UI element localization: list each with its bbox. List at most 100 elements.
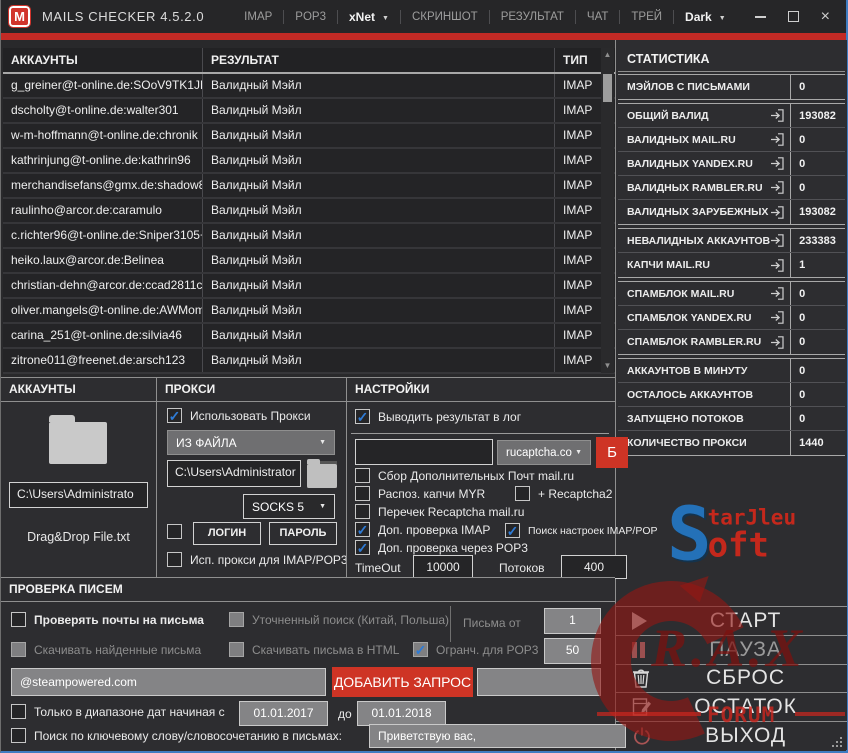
scroll-down-icon[interactable]: ▼	[604, 359, 612, 373]
letters-from-input[interactable]: 1	[544, 608, 601, 634]
collect-extra-mail-checkbox[interactable]: Сбор Дополнительных Почт mail.ru	[355, 468, 574, 483]
export-icon[interactable]	[770, 335, 785, 350]
column-header-result[interactable]: РЕЗУЛЬТАТ	[203, 48, 555, 72]
date-to-input[interactable]: 01.01.2018	[357, 701, 446, 726]
table-row[interactable]: dscholty@t-online.de:walter301Валидный М…	[3, 99, 615, 124]
accounts-panel: АККАУНТЫ C:\Users\Administrato Drag&Drop…	[1, 378, 156, 577]
brand-logo: S tarJleu oft	[667, 504, 796, 567]
extra-query-input[interactable]	[477, 668, 601, 696]
chevron-down-icon: ▼	[719, 15, 726, 22]
browse-proxy-button[interactable]	[307, 461, 337, 488]
folder-icon	[49, 422, 107, 464]
refined-search-checkbox[interactable]: Уточненный поиск (Китай, Польша)	[229, 612, 449, 627]
menu-item-трей[interactable]: ТРЕЙ	[620, 11, 673, 23]
menu-item-результат[interactable]: РЕЗУЛЬТАТ	[490, 11, 575, 23]
myr-captcha-checkbox[interactable]: Распоз. капчи MYR	[355, 486, 485, 501]
export-icon[interactable]	[770, 258, 785, 273]
export-icon[interactable]	[770, 205, 785, 220]
menu-item-dark[interactable]: Dark▼	[674, 10, 737, 24]
export-icon[interactable]	[770, 180, 785, 195]
action-play-button[interactable]: СТАРТ	[616, 606, 847, 635]
pop3-limit-checkbox[interactable]: Огранч. для POP3	[413, 642, 538, 657]
stat-value: 0	[791, 359, 845, 382]
proxy-path-field[interactable]: C:\Users\Administrator	[167, 460, 301, 487]
proxy-panel: ПРОКСИ Использовать Прокси ИЗ ФАЙЛА ▼ C:…	[156, 378, 346, 577]
query-input[interactable]: @steampowered.com	[11, 668, 326, 696]
download-letters-checkbox[interactable]: Скачивать найденные письма	[11, 642, 201, 657]
divider	[450, 606, 451, 642]
captcha-key-input[interactable]	[355, 439, 493, 465]
keyword-search-checkbox[interactable]: Поиск по ключевому слову/словосочетанию …	[11, 728, 342, 743]
proxy-panel-title: ПРОКСИ	[157, 378, 346, 402]
export-icon[interactable]	[770, 132, 785, 147]
proxy-login-button[interactable]: ЛОГИН	[193, 522, 261, 545]
chevron-down-icon: ▼	[382, 15, 389, 22]
check-letters-checkbox[interactable]: Проверять почты на письма	[11, 612, 204, 627]
log-output-checkbox[interactable]: Выводить результат в лог	[355, 409, 521, 424]
proxy-type-dropdown[interactable]: SOCKS 5 ▼	[243, 494, 335, 519]
action-save-button[interactable]: ОСТАТОК	[616, 692, 847, 721]
perechek-recaptcha-checkbox[interactable]: Перечек Recaptcha mail.ru	[355, 504, 524, 519]
action-power-button[interactable]: ВЫХОД	[616, 721, 847, 750]
extra-pop3-check-checkbox[interactable]: Доп. проверка через POP3	[355, 540, 528, 555]
action-pause-button[interactable]: ПАУЗА	[616, 635, 847, 664]
maximize-icon[interactable]	[788, 11, 799, 22]
use-proxy-checkbox[interactable]: Использовать Прокси	[167, 408, 311, 423]
column-header-accounts[interactable]: АККАУНТЫ	[3, 48, 203, 72]
stat-label: СПАМБЛОК YANDEX.RU	[627, 312, 751, 324]
action-trash-button[interactable]: СБРОС	[616, 664, 847, 693]
date-from-input[interactable]: 01.01.2017	[239, 701, 328, 726]
table-row[interactable]: c.richter96@t-online.de:Sniper3105+Валид…	[3, 224, 615, 249]
export-icon[interactable]	[770, 156, 785, 171]
proxy-auth-checkbox[interactable]	[167, 524, 182, 539]
table-row[interactable]: w-m-hoffmann@t-online.de:chronikВалидный…	[3, 124, 615, 149]
table-row[interactable]: kathrinjung@t-online.de:kathrin96Валидны…	[3, 149, 615, 174]
menu-item-imap[interactable]: IMAP	[233, 11, 283, 23]
recaptcha2-checkbox[interactable]: + Recaptcha2	[515, 486, 612, 501]
menu-item-xnet[interactable]: xNet▼	[338, 10, 400, 24]
export-icon[interactable]	[770, 286, 785, 301]
date-to-label: до	[338, 707, 352, 721]
proxy-source-dropdown[interactable]: ИЗ ФАЙЛА ▼	[167, 430, 335, 455]
table-row[interactable]: oliver.mangels@t-online.de:AWMomВалидный…	[3, 299, 615, 324]
dragdrop-zone[interactable]: C:\Users\Administrato Drag&Drop File.txt	[1, 402, 156, 578]
stat-value: 0	[791, 330, 845, 354]
scrollbar-thumb[interactable]	[603, 74, 612, 102]
accounts-panel-title: АККАУНТЫ	[1, 378, 156, 402]
proxy-for-imap-pop3-checkbox[interactable]: Исп. прокси для IMAP/POP3	[167, 552, 348, 567]
proxy-password-button[interactable]: ПАРОЛЬ	[269, 522, 337, 545]
account-cell: c.richter96@t-online.de:Sniper3105+	[3, 224, 203, 247]
export-icon[interactable]	[770, 310, 785, 325]
date-range-checkbox[interactable]: Только в диапазоне дат начиная с	[11, 704, 225, 719]
stat-row: ЗАПУЩЕНО ПОТОКОВ0	[618, 407, 845, 431]
stat-group: МЭЙЛОВ С ПИСЬМАМИ0	[618, 74, 845, 100]
resize-grip[interactable]	[830, 735, 842, 747]
menu-item-чат[interactable]: ЧАТ	[576, 11, 619, 23]
add-query-button[interactable]: ДОБАВИТЬ ЗАПРОС	[332, 667, 473, 697]
table-row[interactable]: raulinho@arcor.de:caramuloВалидный МэйлI…	[3, 199, 615, 224]
table-row[interactable]: merchandisefans@gmx.de:shadow87Валидный …	[3, 174, 615, 199]
accounts-path-field[interactable]: C:\Users\Administrato	[9, 482, 148, 508]
table-row[interactable]: zitrone011@freenet.de:arsch123Валидный М…	[3, 349, 615, 374]
stat-value: 193082	[791, 104, 845, 127]
download-html-checkbox[interactable]: Скачивать письма в HTML	[229, 642, 399, 657]
table-scrollbar[interactable]: ▲ ▼	[601, 48, 614, 373]
scroll-up-icon[interactable]: ▲	[604, 48, 612, 62]
captcha-service-dropdown[interactable]: rucaptcha.co ▼	[497, 440, 591, 465]
chevron-down-icon: ▼	[575, 449, 582, 456]
table-row[interactable]: heiko.laux@arcor.de:BelineaВалидный Мэйл…	[3, 249, 615, 274]
export-icon[interactable]	[770, 233, 785, 248]
letters-to-input[interactable]: 50	[544, 638, 601, 664]
menu-item-скриншот[interactable]: СКРИНШОТ	[401, 11, 489, 23]
menu-item-pop3[interactable]: POP3	[284, 11, 337, 23]
export-icon[interactable]	[770, 108, 785, 123]
table-row[interactable]: carina_251@t-online.de:silvia46Валидный …	[3, 324, 615, 349]
folder-icon	[307, 464, 337, 488]
keyword-input[interactable]: Приветствую вас,	[369, 724, 626, 748]
minimize-icon[interactable]	[755, 16, 766, 18]
close-icon[interactable]: ×	[821, 11, 830, 22]
extra-imap-check-checkbox[interactable]: Доп. проверка IMAP	[355, 522, 490, 537]
table-row[interactable]: g_greiner@t-online.de:SOoV9TK1JNВалидный…	[3, 74, 615, 99]
timeout-input[interactable]: 10000	[413, 555, 473, 579]
table-row[interactable]: christian-dehn@arcor.de:ccad2811ccВалидн…	[3, 274, 615, 299]
